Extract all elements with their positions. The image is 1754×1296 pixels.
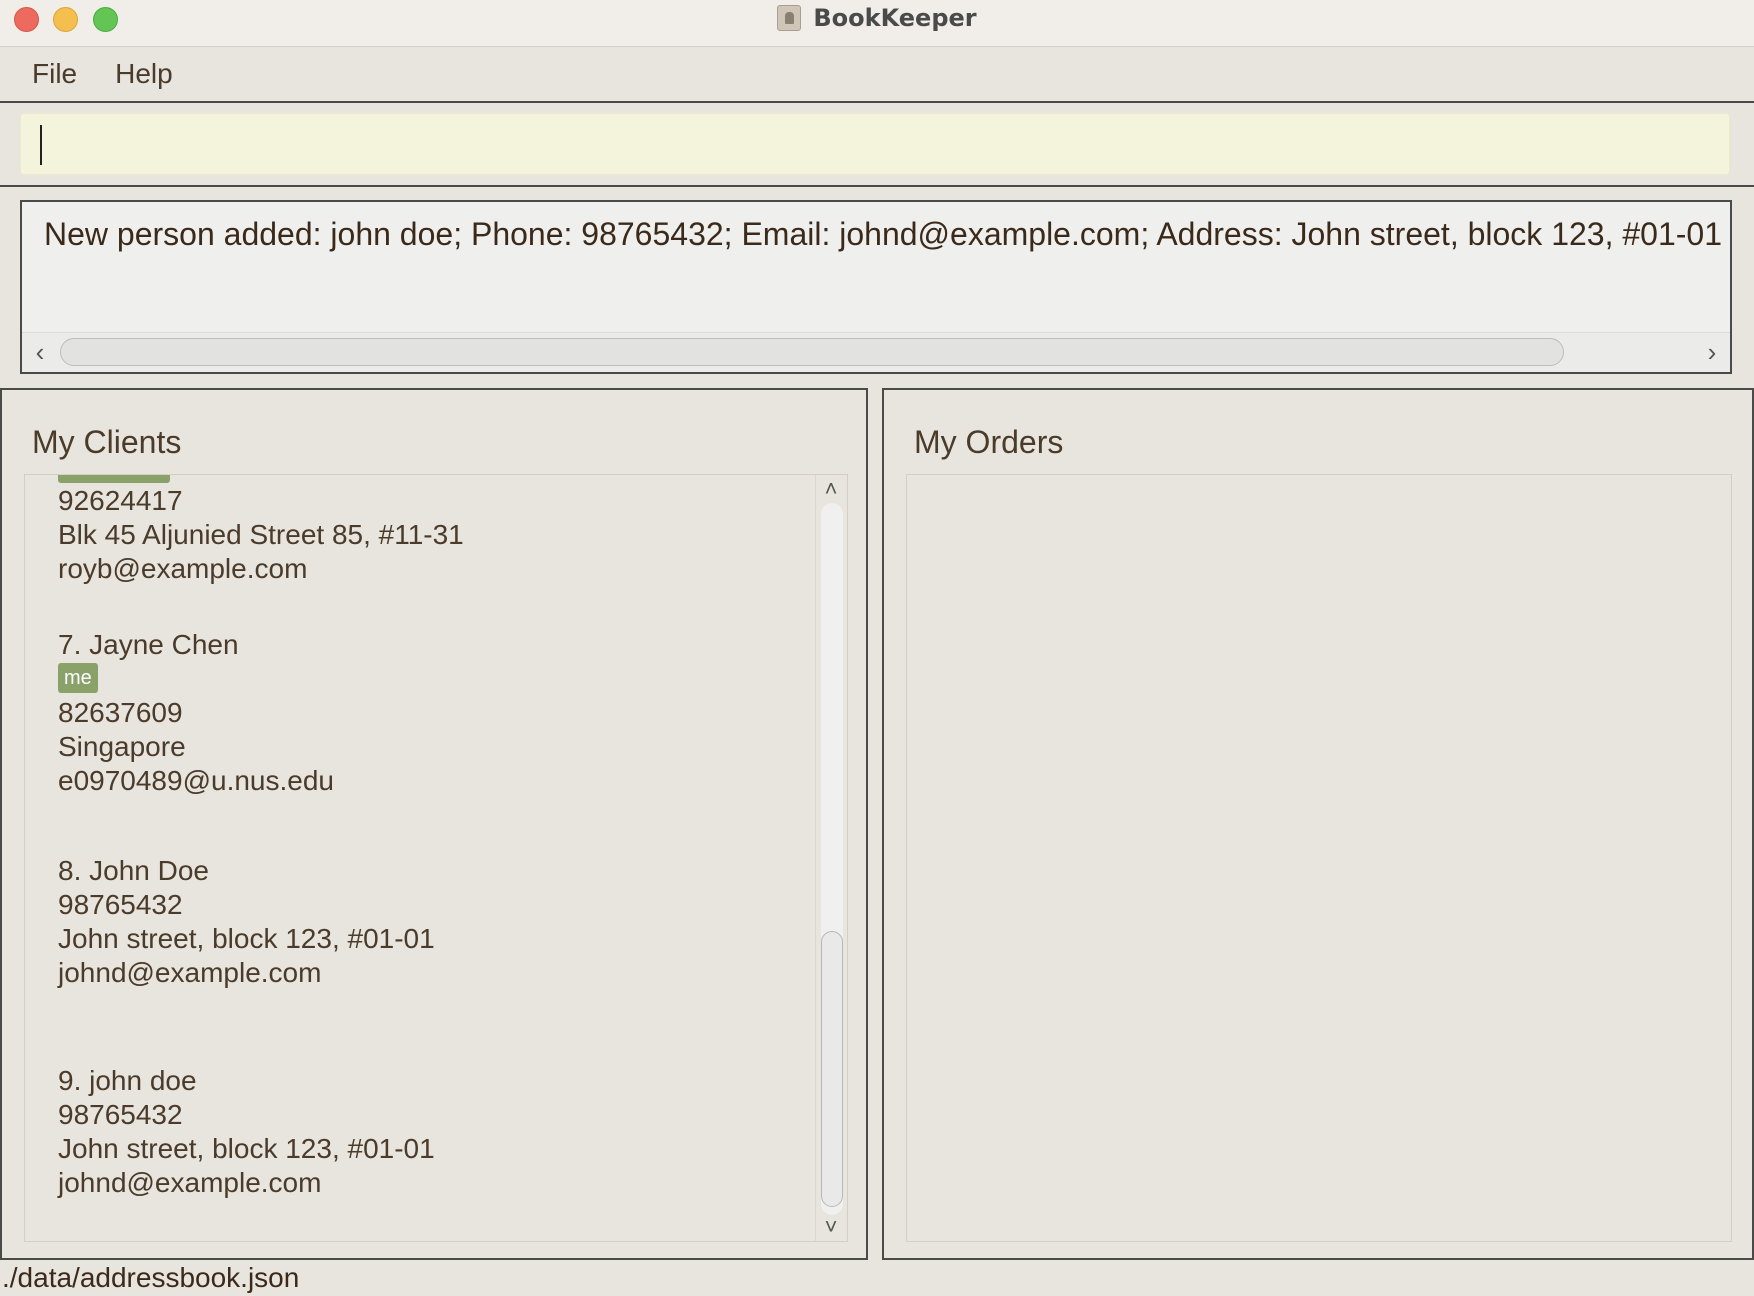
client-email: johnd@example.com [58, 1167, 322, 1198]
menu-help[interactable]: Help [115, 58, 173, 90]
orders-panel: My Orders [882, 388, 1754, 1260]
status-bar-file-path: ./data/addressbook.json [2, 1262, 300, 1293]
clients-panel: My Clients 92624417 Blk 45 Aljunied Stre… [0, 388, 868, 1260]
horizontal-scrollbar[interactable]: ‹ › [22, 332, 1730, 372]
title-bar: BookKeeper [0, 0, 1754, 47]
app-icon [777, 5, 802, 31]
chevron-left-icon[interactable]: ‹ [26, 337, 54, 367]
client-list[interactable]: 92624417 Blk 45 Aljunied Street 85, #11-… [24, 474, 848, 1242]
title-container: BookKeeper [0, 0, 1754, 36]
menu-file[interactable]: File [32, 58, 77, 90]
client-name[interactable]: 8. John Doe [58, 855, 209, 887]
tag-badge: me [58, 663, 98, 693]
text-caret [40, 125, 42, 165]
client-email: e0970489@u.nus.edu [58, 765, 334, 796]
vertical-scrollbar[interactable]: ˄ ˅ [815, 475, 847, 1241]
client-name[interactable]: 7. Jayne Chen [58, 629, 239, 661]
menu-bar: File Help [0, 47, 1754, 101]
app-window: BookKeeper File Help New person added: j… [0, 0, 1754, 1296]
window-title: BookKeeper [813, 4, 977, 32]
orders-panel-title: My Orders [914, 424, 1064, 460]
client-email: johnd@example.com [58, 957, 322, 988]
client-phone: 82637609 [58, 697, 183, 728]
order-list[interactable] [906, 474, 1732, 1242]
tag-badge-partial [58, 475, 170, 483]
client-address: John street, block 123, #01-01 [58, 923, 435, 954]
client-phone: 92624417 [58, 485, 183, 516]
chevron-up-icon[interactable]: ˄ [816, 477, 846, 501]
chevron-down-icon[interactable]: ˅ [816, 1215, 846, 1239]
client-address: John street, block 123, #01-01 [58, 1133, 435, 1164]
client-phone: 98765432 [58, 1099, 183, 1130]
command-box [0, 101, 1754, 187]
horizontal-scroll-thumb[interactable] [60, 338, 1564, 366]
result-message: New person added: john doe; Phone: 98765… [44, 216, 1722, 252]
clients-panel-title: My Clients [32, 424, 182, 460]
chevron-right-icon[interactable]: › [1698, 337, 1726, 367]
result-display[interactable]: New person added: john doe; Phone: 98765… [20, 200, 1732, 374]
client-email: royb@example.com [58, 553, 308, 584]
client-address: Singapore [58, 731, 186, 762]
command-input[interactable] [20, 113, 1730, 175]
client-address: Blk 45 Aljunied Street 85, #11-31 [58, 519, 464, 550]
client-name[interactable]: 9. john doe [58, 1065, 197, 1097]
client-phone: 98765432 [58, 889, 183, 920]
vertical-scroll-thumb[interactable] [821, 931, 843, 1207]
